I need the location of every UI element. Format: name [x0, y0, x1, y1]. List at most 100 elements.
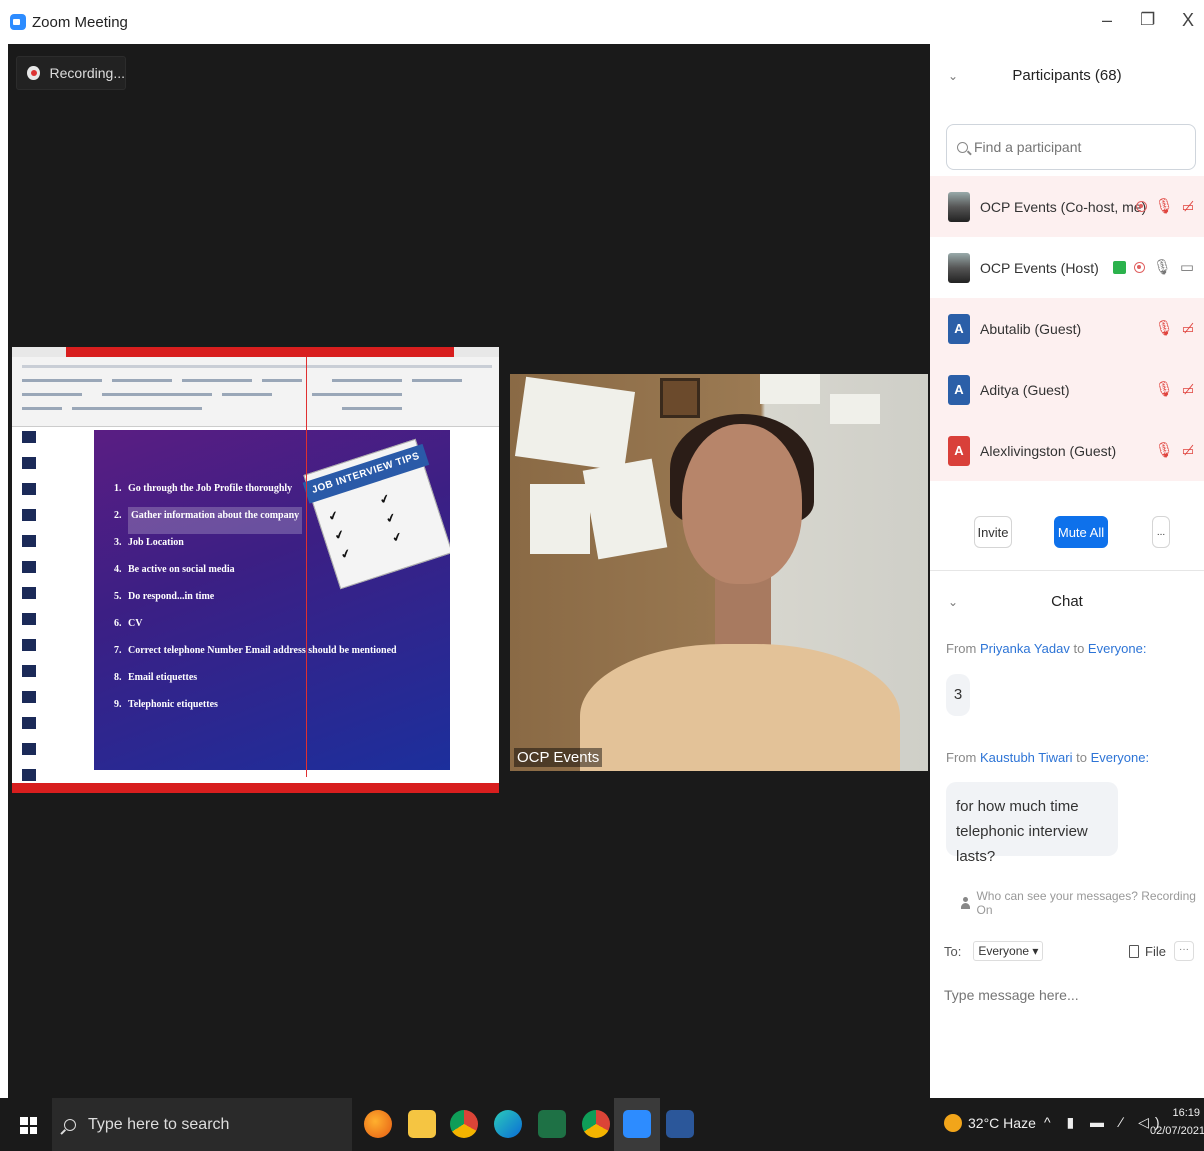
windows-taskbar: Type here to search 32°C Haze ^ ▮ ▬ ∕ ◁)…	[0, 1098, 1204, 1151]
chrome-icon[interactable]	[450, 1110, 478, 1138]
participant-row[interactable]: OCP Events (Co-host, me) 🎙︎ ▭̸	[930, 176, 1204, 237]
recording-status-icon	[1133, 262, 1145, 273]
chat-sender-line: From Kaustubh Tiwari to Everyone:	[946, 750, 1150, 765]
file-icon	[1129, 944, 1140, 958]
participants-header: ⌄ Participants (68)	[930, 56, 1204, 96]
chat-message: for how much time telephonic interview l…	[946, 782, 1118, 865]
firefox-icon[interactable]	[364, 1110, 392, 1138]
chat-message: 3	[946, 674, 970, 716]
recipient-link[interactable]: Everyone:	[1091, 750, 1150, 765]
clock[interactable]: 16:19 02/07/2021	[1150, 1104, 1204, 1140]
video-off-icon[interactable]: ▭̸	[1182, 382, 1194, 397]
edge-icon[interactable]	[494, 1110, 522, 1138]
recording-icon	[27, 66, 40, 80]
mic-muted-icon[interactable]: 🎙︎	[1155, 382, 1174, 397]
recording-status-icon	[1135, 201, 1147, 212]
participant-name: Alexlivingston (Guest)	[980, 442, 1117, 459]
recording-indicator[interactable]: Recording...	[16, 56, 126, 90]
slide-item: 6. CV	[114, 618, 143, 629]
mic-icon[interactable]: 🎙︎	[1153, 260, 1172, 275]
person-icon	[960, 897, 971, 909]
participant-search[interactable]	[946, 124, 1196, 170]
video-off-icon[interactable]: ▭̸	[1182, 443, 1194, 458]
more-options-button[interactable]: ...	[1152, 516, 1170, 548]
slide-item: 7. Correct telephone Number Email address…	[114, 645, 397, 656]
chat-sender-line: From Priyanka Yadav to Everyone:	[946, 641, 1147, 656]
video-camera-icon[interactable]: ▭	[1180, 260, 1194, 275]
avatar: A	[948, 435, 970, 466]
chat-message-input[interactable]	[944, 980, 1194, 1010]
mute-all-button[interactable]: Mute All	[1054, 516, 1108, 548]
chevron-down-icon[interactable]: ⌄	[948, 56, 958, 96]
search-icon	[64, 1118, 76, 1131]
participant-video[interactable]: OCP Events	[510, 374, 928, 771]
restore-button[interactable]: ❐	[1140, 10, 1155, 30]
taskbar-search-placeholder: Type here to search	[88, 1115, 230, 1133]
screen-share-icon	[1112, 261, 1126, 274]
mic-muted-icon[interactable]: 🎙︎	[1155, 321, 1174, 336]
slide-item: 8. Email etiquettes	[114, 672, 198, 683]
tips-card-title: JOB INTERVIEW TIPS	[302, 443, 430, 504]
recipient-link[interactable]: Everyone:	[1088, 641, 1147, 656]
participant-row[interactable]: OCP Events (Host) 🎙︎ ▭	[930, 237, 1204, 298]
avatar: A	[948, 374, 970, 405]
chevron-down-icon[interactable]: ⌄	[948, 584, 958, 620]
chat-recipient-row: To: Everyone ▾ File ···	[944, 939, 1194, 963]
weather-text[interactable]: 32°C Haze	[968, 1115, 1036, 1131]
to-label: To:	[944, 943, 962, 959]
more-icon[interactable]: ···	[1174, 941, 1194, 961]
zoom-logo-icon	[10, 14, 26, 30]
participant-name: OCP Events (Host)	[980, 259, 1099, 276]
participants-title: Participants (68)	[1012, 67, 1122, 84]
slide-item: 9. Telephonic etiquettes	[114, 699, 218, 710]
video-off-icon[interactable]: ▭̸	[1182, 321, 1194, 336]
minimize-button[interactable]: –	[1102, 10, 1112, 31]
shared-screen[interactable]: 1. Go through the Job Profile thoroughly …	[12, 347, 499, 793]
system-tray-icons[interactable]: ^ ▮ ▬ ∕ ◁)	[1044, 1114, 1166, 1131]
sender-link[interactable]: Priyanka Yadav	[980, 641, 1070, 656]
file-button[interactable]: File	[1129, 944, 1166, 959]
slide-guide-line	[306, 357, 307, 777]
mic-muted-icon[interactable]: 🎙︎	[1155, 443, 1174, 458]
panel-divider	[930, 570, 1204, 571]
search-input[interactable]	[974, 139, 1174, 155]
participant-face	[682, 424, 802, 584]
message-visibility-info[interactable]: Who can see your messages? Recording On	[960, 889, 1204, 917]
file-explorer-icon[interactable]	[408, 1110, 436, 1138]
ppt-status-bar	[12, 783, 499, 793]
ppt-notification-bar	[66, 347, 454, 357]
recipient-select[interactable]: Everyone ▾	[973, 941, 1044, 961]
zoom-taskbar-icon[interactable]	[623, 1110, 651, 1138]
chat-title: Chat	[1051, 593, 1083, 610]
close-button[interactable]: X	[1182, 10, 1194, 31]
windows-start-icon[interactable]	[20, 1117, 37, 1134]
weather-icon[interactable]	[944, 1114, 962, 1132]
video-off-icon[interactable]: ▭̸	[1182, 199, 1194, 214]
slide-thumbnails[interactable]	[16, 431, 42, 781]
taskbar-search[interactable]: Type here to search	[52, 1098, 352, 1151]
participant-row[interactable]: A Alexlivingston (Guest) 🎙︎ ▭̸	[930, 420, 1204, 481]
participant-name: Abutalib (Guest)	[980, 320, 1082, 337]
word-icon[interactable]	[666, 1110, 694, 1138]
meeting-view: Recording... 1. Go through the Job Profi…	[8, 44, 930, 1098]
participant-name: Aditya (Guest)	[980, 381, 1070, 398]
participant-row[interactable]: A Abutalib (Guest) 🎙︎ ▭̸	[930, 298, 1204, 359]
participant-row[interactable]: A Aditya (Guest) 🎙︎ ▭̸	[930, 359, 1204, 420]
search-icon	[957, 141, 968, 153]
chrome-profile-icon[interactable]	[582, 1110, 610, 1138]
invite-button[interactable]: Invite	[974, 516, 1012, 548]
recording-label: Recording...	[49, 65, 125, 81]
excel-icon[interactable]	[538, 1110, 566, 1138]
window-title: Zoom Meeting	[32, 13, 128, 31]
slide-item: 5. Do respond...in time	[114, 591, 215, 602]
avatar	[948, 191, 970, 222]
ppt-ribbon	[12, 357, 499, 427]
chat-header: ⌄ Chat	[930, 584, 1204, 620]
mic-muted-icon[interactable]: 🎙︎	[1155, 199, 1174, 214]
slide-canvas: 1. Go through the Job Profile thoroughly …	[94, 430, 450, 770]
sender-link[interactable]: Kaustubh Tiwari	[980, 750, 1073, 765]
participant-name: OCP Events (Co-host, me)	[980, 198, 1147, 215]
video-name-label: OCP Events	[514, 748, 603, 767]
participant-actions: Invite Mute All ...	[930, 512, 1204, 552]
avatar	[948, 252, 970, 283]
